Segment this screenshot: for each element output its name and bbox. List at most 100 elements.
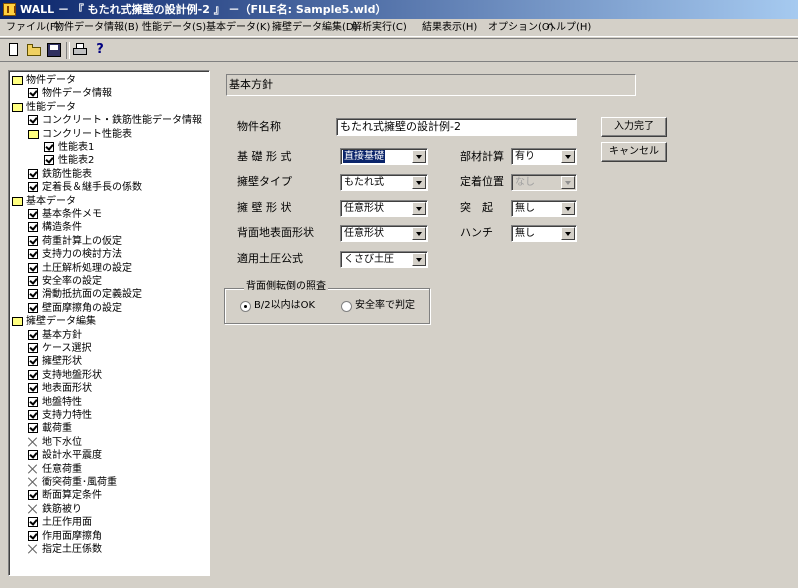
tree-item-label: 性能データ — [26, 101, 76, 113]
wall-shape-select[interactable]: 任意形状 — [340, 200, 428, 217]
tree-item-label: ケース選択 — [42, 343, 92, 354]
tree-item-label: 任意荷重 — [42, 463, 82, 475]
checkbox-checked-icon — [28, 88, 38, 99]
tree-item-label: コンクリート性能表 — [42, 128, 132, 140]
earth-pressure-formula-label: 適用土圧公式 — [237, 252, 303, 265]
tree-item-label: 土圧作用面 — [42, 517, 92, 529]
tree-item-label: 滑動抵抗面の定義設定 — [42, 289, 142, 301]
cancel-button[interactable]: キャンセル — [601, 142, 667, 162]
haunch-select[interactable]: 無し — [511, 225, 577, 242]
overturning-check-title: 背面側転倒の照査 — [244, 281, 328, 293]
menu-performance-data[interactable]: 性能データ(S) — [142, 21, 206, 35]
tree-item-label: 定着長＆継手長の係数 — [42, 182, 142, 194]
wall-type-select[interactable]: もたれ式 — [340, 174, 428, 191]
checkbox-checked-icon — [28, 289, 38, 300]
tree-item-label: 擁壁データ編集 — [26, 316, 96, 328]
menu-wall-edit[interactable]: 擁壁データ編集(D) — [272, 21, 358, 35]
checkbox-checked-icon — [28, 249, 38, 260]
checkbox-checked-icon — [28, 235, 38, 246]
chevron-down-icon[interactable] — [561, 227, 575, 240]
foundation-type-label: 基 礎 形 式 — [237, 150, 292, 163]
chevron-down-icon[interactable] — [412, 202, 426, 215]
tree-item-label: 衝突荷重･風荷重 — [42, 477, 117, 488]
checkbox-checked-icon — [28, 423, 38, 434]
menu-file[interactable]: ファイル(F) — [6, 21, 60, 35]
title-bar: WALL － 『 もたれ式擁壁の設計例-2 』 －（FILE名: Sample5… — [0, 0, 798, 19]
chevron-down-icon — [561, 176, 575, 189]
tree-item-label: 設計水平震度 — [42, 450, 102, 462]
back-surface-select[interactable]: 任意形状 — [340, 225, 428, 242]
menu-analysis[interactable]: 解析実行(C) — [352, 21, 407, 35]
chevron-down-icon[interactable] — [561, 202, 575, 215]
checkbox-checked-icon — [28, 490, 38, 501]
wall-shape-label: 擁 壁 形 状 — [237, 201, 292, 214]
haunch-label: ハンチ — [460, 226, 493, 239]
checkbox-checked-icon — [28, 209, 38, 219]
toolbar-separator — [66, 42, 70, 59]
tree-item-label: 構造条件 — [42, 222, 82, 234]
help-icon: ? — [96, 42, 104, 57]
new-file-icon — [9, 43, 18, 56]
help-button[interactable]: ? — [92, 42, 108, 58]
member-calc-select[interactable]: 有り — [511, 148, 577, 165]
tree-item-label: 鉄筋性能表 — [42, 168, 92, 180]
tree-item-label: 物件データ — [26, 75, 76, 86]
x-mark-icon — [28, 544, 38, 554]
tree-item-label: 物件データ情報 — [42, 88, 112, 100]
radio-safety-factor[interactable] — [341, 301, 352, 312]
tree-item-label: 性能表1 — [58, 142, 95, 153]
checkbox-checked-icon — [28, 115, 38, 126]
chevron-down-icon[interactable] — [412, 176, 426, 189]
checkbox-checked-icon — [28, 168, 38, 179]
open-file-button[interactable] — [26, 42, 42, 58]
new-file-button[interactable] — [6, 42, 22, 58]
anchor-position-select: なし — [511, 174, 577, 191]
folder-icon — [12, 317, 23, 327]
print-button[interactable] — [72, 42, 88, 58]
radio-safety-factor-label[interactable]: 安全率で判定 — [355, 299, 415, 313]
x-mark-icon — [28, 504, 38, 514]
earth-pressure-formula-value: くさび土圧 — [344, 254, 394, 265]
section-heading: 基本方針 — [226, 74, 636, 96]
checkbox-checked-icon — [28, 182, 38, 193]
tree-item-label: 地下水位 — [42, 436, 82, 448]
tree-item-label: 鉄筋被り — [42, 503, 82, 515]
property-name-label: 物件名称 — [237, 120, 281, 133]
menu-options[interactable]: オプション(O) — [488, 21, 554, 35]
tree-item-label: 支持力特性 — [42, 410, 92, 421]
foundation-type-value: 直接基礎 — [343, 150, 385, 163]
tree-item-label: 載荷重 — [42, 423, 72, 435]
chevron-down-icon[interactable] — [412, 253, 426, 266]
save-button[interactable] — [46, 42, 62, 58]
menu-property-info[interactable]: 物件データ情報(B) — [54, 21, 139, 35]
wall-type-label: 擁壁タイプ — [237, 175, 292, 188]
chevron-down-icon[interactable] — [412, 150, 426, 163]
chevron-down-icon[interactable] — [412, 227, 426, 240]
property-name-input[interactable]: もたれ式擁壁の設計例-2 — [336, 118, 577, 136]
haunch-value: 無し — [515, 228, 535, 239]
protrusion-select[interactable]: 無し — [511, 200, 577, 217]
checkbox-checked-icon — [28, 302, 38, 313]
tree-item-label: 基本方針 — [42, 329, 82, 341]
menu-results[interactable]: 結果表示(H) — [422, 21, 477, 35]
checkbox-checked-icon — [28, 329, 38, 340]
folder-icon — [12, 196, 23, 206]
tree-item-label: 土圧解析処理の設定 — [42, 262, 132, 274]
checkbox-checked-icon — [28, 262, 38, 273]
checkbox-checked-icon — [44, 142, 54, 152]
radio-b2-ok-label[interactable]: B/2以内はOK — [254, 299, 315, 313]
open-folder-icon — [27, 44, 41, 56]
menu-help[interactable]: ヘルプ(H) — [546, 21, 591, 35]
window-title: WALL － 『 もたれ式擁壁の設計例-2 』 －（FILE名: Sample5… — [20, 3, 387, 16]
input-complete-button[interactable]: 入力完了 — [601, 117, 667, 137]
tree-item-label: 安全率の設定 — [42, 276, 102, 287]
radio-b2-ok[interactable] — [240, 301, 251, 312]
tree-item-label: 作用面摩擦角 — [42, 530, 102, 542]
menu-basic-data[interactable]: 基本データ(K) — [206, 21, 270, 35]
tree-view[interactable]: 物件データ 物件データ情報 性能データ コンクリート・鉄筋性能データ情報 コンクリート性… — [8, 70, 210, 576]
foundation-type-select[interactable]: 直接基礎 — [340, 148, 428, 165]
chevron-down-icon[interactable] — [561, 150, 575, 163]
folder-icon — [28, 129, 39, 139]
checkbox-checked-icon — [28, 410, 38, 420]
earth-pressure-formula-select[interactable]: くさび土圧 — [340, 251, 428, 268]
